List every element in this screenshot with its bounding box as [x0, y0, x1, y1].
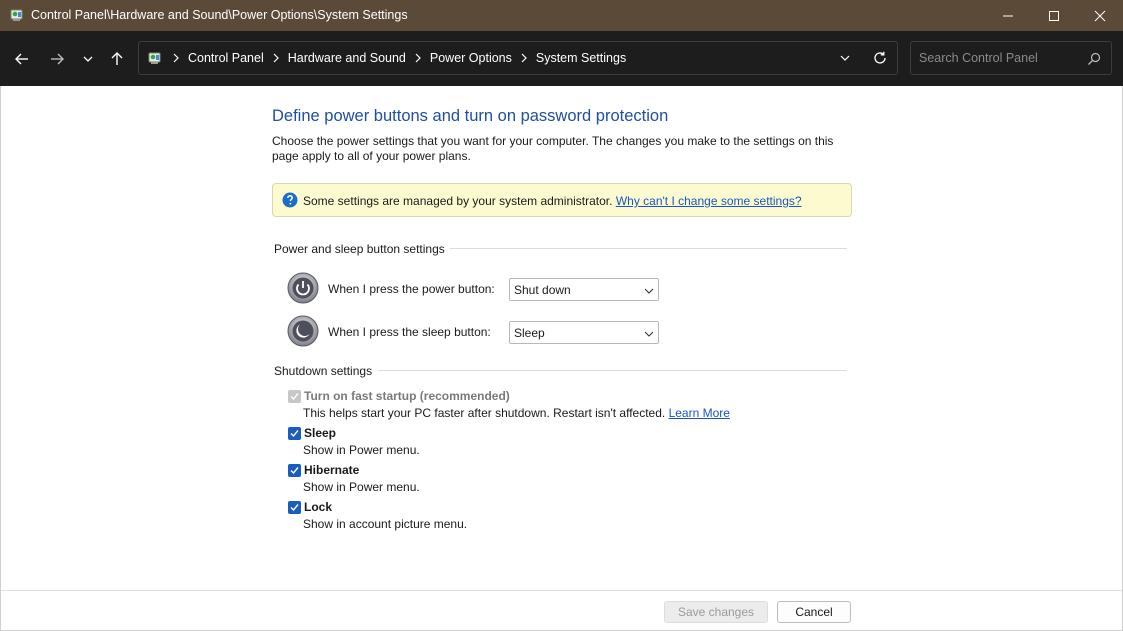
- breadcrumb-hardware-and-sound[interactable]: Hardware and Sound: [288, 51, 406, 65]
- search-box[interactable]: [910, 41, 1112, 75]
- info-banner-text: Some settings are managed by your system…: [303, 194, 613, 208]
- sleep-button-select[interactable]: Sleep: [509, 321, 659, 344]
- checkmark-icon: [290, 504, 299, 512]
- up-arrow-icon: [111, 52, 123, 65]
- power-sleep-group-label: Power and sleep button settings: [274, 242, 445, 256]
- chevron-right-icon: [521, 53, 527, 63]
- save-changes-button[interactable]: Save changes: [664, 601, 768, 623]
- content-area: [0, 86, 1123, 631]
- control-panel-icon: [9, 7, 25, 23]
- cancel-button[interactable]: Cancel: [777, 601, 851, 623]
- sleep-button-label: When I press the sleep button:: [328, 325, 491, 339]
- control-panel-icon: [147, 50, 163, 66]
- maximize-button[interactable]: [1031, 0, 1077, 31]
- chevron-down-icon: [83, 56, 93, 62]
- power-button-icon: [287, 272, 319, 304]
- search-icon[interactable]: [1086, 51, 1102, 67]
- breadcrumb-system-settings[interactable]: System Settings: [536, 51, 626, 65]
- power-button-value: Shut down: [514, 283, 571, 297]
- recent-locations-button[interactable]: [75, 46, 101, 72]
- sleep-button-icon: [287, 315, 319, 347]
- checkmark-icon: [290, 393, 299, 401]
- close-button[interactable]: [1077, 0, 1123, 31]
- question-icon: [282, 192, 298, 208]
- back-button[interactable]: [9, 46, 35, 72]
- forward-button[interactable]: [44, 46, 70, 72]
- search-input[interactable]: [919, 50, 1079, 66]
- sleep-button-value: Sleep: [514, 326, 545, 340]
- power-button-label: When I press the power button:: [328, 282, 495, 296]
- window-title: Control Panel\Hardware and Sound\Power O…: [31, 8, 408, 22]
- chevron-right-icon: [273, 53, 279, 63]
- back-arrow-icon: [15, 53, 28, 65]
- footer-divider: [1, 590, 1122, 591]
- forward-arrow-icon: [51, 53, 64, 65]
- lock-option-title: Lock: [304, 500, 333, 514]
- learn-more-link[interactable]: Learn More: [669, 406, 730, 420]
- sleep-checkbox[interactable]: [288, 427, 301, 440]
- hibernate-checkbox[interactable]: [288, 464, 301, 477]
- checkmark-icon: [290, 430, 299, 438]
- title-bar: Control Panel\Hardware and Sound\Power O…: [0, 0, 1123, 31]
- checkmark-icon: [290, 467, 299, 475]
- refresh-icon: [874, 51, 886, 64]
- sleep-option-desc: Show in Power menu.: [303, 443, 420, 457]
- shutdown-group-label: Shutdown settings: [274, 364, 373, 378]
- page-title: Define power buttons and turn on passwor…: [272, 107, 669, 125]
- address-bar[interactable]: Control Panel Hardware and Sound Power O…: [138, 41, 898, 75]
- hibernate-option-title: Hibernate: [304, 463, 360, 477]
- chevron-down-icon: [840, 55, 850, 61]
- power-button-select[interactable]: Shut down: [509, 278, 659, 301]
- breadcrumb-power-options[interactable]: Power Options: [430, 51, 512, 65]
- fast-startup-desc: This helps start your PC faster after sh…: [303, 406, 666, 420]
- lock-checkbox[interactable]: [288, 501, 301, 514]
- fast-startup-checkbox[interactable]: [288, 390, 301, 403]
- sleep-option-title: Sleep: [304, 426, 337, 440]
- minimize-button[interactable]: [985, 0, 1031, 31]
- breadcrumb-control-panel[interactable]: Control Panel: [188, 51, 264, 65]
- fast-startup-title: Turn on fast startup (recommended): [304, 389, 510, 403]
- breadcrumb: Control Panel Hardware and Sound Power O…: [169, 42, 626, 74]
- chevron-right-icon: [415, 53, 421, 63]
- chevron-down-icon: [644, 285, 654, 295]
- admin-info-banner: Some settings are managed by your system…: [272, 183, 852, 217]
- why-cant-i-change-link[interactable]: Why can't I change some settings?: [616, 194, 802, 208]
- chevron-down-icon: [644, 328, 654, 338]
- refresh-button[interactable]: [869, 49, 891, 67]
- lock-option-desc: Show in account picture menu.: [303, 517, 468, 531]
- divider: [378, 370, 847, 371]
- divider: [450, 248, 847, 249]
- hibernate-option-desc: Show in Power menu.: [303, 480, 420, 494]
- navigation-bar: Control Panel Hardware and Sound Power O…: [0, 31, 1123, 86]
- up-button[interactable]: [104, 46, 130, 72]
- chevron-right-icon: [173, 53, 179, 63]
- page-description: Choose the power settings that you want …: [272, 134, 834, 163]
- address-history-button[interactable]: [835, 50, 855, 66]
